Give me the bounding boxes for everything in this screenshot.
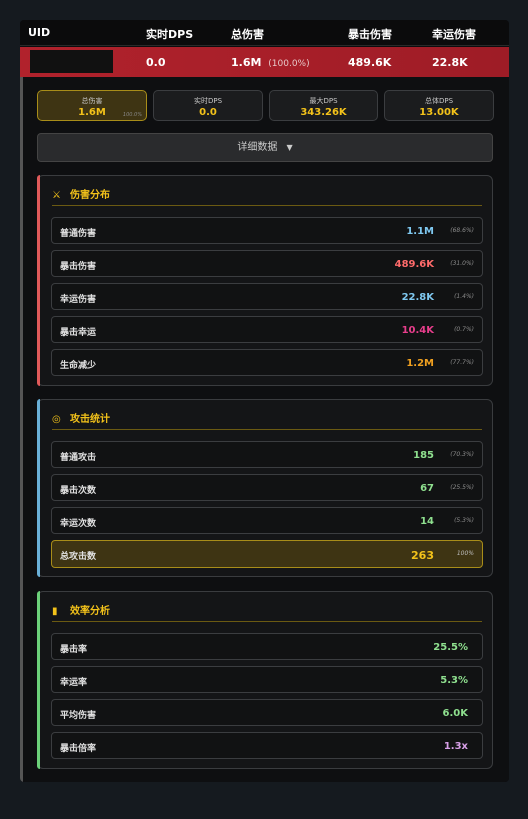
table-header: UID 实时DPS 总伤害 暴击伤害 幸运伤害 bbox=[20, 20, 509, 46]
chevron-down-icon: ▼ bbox=[286, 143, 293, 152]
row-crit-damage: 489.6K bbox=[348, 56, 392, 69]
item-value: 1.1M bbox=[406, 226, 434, 237]
target-icon: ◎ bbox=[52, 414, 61, 425]
list-item: 平均伤害 6.0K bbox=[51, 699, 483, 726]
item-name: 幸运次数 bbox=[60, 519, 97, 529]
item-name: 暴击率 bbox=[60, 645, 88, 655]
list-item: 幸运次数 14 (5.3%) bbox=[51, 507, 483, 534]
item-value: 489.6K bbox=[394, 259, 434, 270]
item-value: 5.3% bbox=[440, 675, 468, 686]
efficiency-section: ▮ 效率分析 暴击率 25.5% 幸运率 5.3% 平均伤害 6.0K 暴击倍率 … bbox=[37, 591, 493, 769]
damage-distribution-section: ⚔ 伤害分布 普通伤害 1.1M (68.6%) 暴击伤害 489.6K (31.… bbox=[37, 175, 493, 386]
row-total-damage-value: 1.6M bbox=[231, 56, 262, 69]
section-title: ▮ 效率分析 bbox=[52, 602, 482, 622]
stat-card-label: 总伤害 bbox=[81, 97, 103, 105]
total-attacks-item: 总攻击数 263 100% bbox=[51, 540, 483, 568]
stat-card-value: 13.00K bbox=[419, 107, 459, 118]
section-title: ⚔ 伤害分布 bbox=[52, 186, 482, 206]
details-toggle-button[interactable]: 详细数据 ▼ bbox=[37, 133, 493, 162]
section-accent bbox=[37, 591, 40, 769]
section-accent bbox=[37, 175, 40, 386]
header-uid: UID bbox=[28, 26, 51, 39]
item-value: 10.4K bbox=[401, 325, 434, 336]
item-pct: (31.0%) bbox=[450, 260, 474, 267]
header-crit-damage: 暴击伤害 bbox=[348, 28, 392, 41]
item-value: 1.2M bbox=[406, 358, 434, 369]
player-row[interactable]: 0.0 1.6M (100.0%) 489.6K 22.8K bbox=[20, 47, 509, 77]
stat-card-value: 0.0 bbox=[199, 107, 217, 118]
item-name: 总攻击数 bbox=[60, 552, 97, 562]
section-title-text: 伤害分布 bbox=[70, 190, 110, 201]
header-lucky-damage: 幸运伤害 bbox=[432, 28, 476, 41]
list-item: 生命减少 1.2M (77.7%) bbox=[51, 349, 483, 376]
list-item: 暴击伤害 489.6K (31.0%) bbox=[51, 250, 483, 277]
item-value: 263 bbox=[411, 549, 434, 562]
uid-redacted-box bbox=[30, 50, 113, 73]
item-value: 1.3x bbox=[443, 741, 468, 752]
item-value: 185 bbox=[413, 450, 434, 461]
item-name: 暴击次数 bbox=[60, 486, 97, 496]
item-name: 普通伤害 bbox=[60, 229, 97, 239]
header-total-damage: 总伤害 bbox=[231, 28, 264, 41]
row-realtime-dps: 0.0 bbox=[146, 56, 166, 69]
stat-card-total-damage[interactable]: 总伤害 1.6M 100.0% bbox=[37, 90, 147, 121]
item-name: 幸运伤害 bbox=[60, 295, 97, 305]
stat-card-overall-dps[interactable]: 总体DPS 13.00K bbox=[384, 90, 494, 121]
item-name: 暴击倍率 bbox=[60, 744, 97, 754]
item-pct: (70.3%) bbox=[450, 451, 474, 458]
item-pct: (77.7%) bbox=[450, 359, 474, 366]
section-title: ◎ 攻击统计 bbox=[52, 410, 482, 430]
item-name: 平均伤害 bbox=[60, 711, 97, 721]
stat-card-realtime-dps[interactable]: 实时DPS 0.0 bbox=[153, 90, 263, 121]
list-item: 暴击幸运 10.4K (0.7%) bbox=[51, 316, 483, 343]
item-name: 暴击伤害 bbox=[60, 262, 97, 272]
list-item: 普通攻击 185 (70.3%) bbox=[51, 441, 483, 468]
section-accent bbox=[37, 399, 40, 577]
item-pct: (5.3%) bbox=[454, 517, 474, 524]
row-total-damage: 1.6M (100.0%) bbox=[231, 56, 310, 69]
item-pct: (0.7%) bbox=[454, 326, 474, 333]
item-value: 67 bbox=[420, 483, 434, 494]
list-item: 幸运伤害 22.8K (1.4%) bbox=[51, 283, 483, 310]
item-name: 幸运率 bbox=[60, 678, 88, 688]
crossed-swords-icon: ⚔ bbox=[52, 190, 61, 201]
stat-card-label: 最大DPS bbox=[309, 97, 338, 105]
item-name: 暴击幸运 bbox=[60, 328, 97, 338]
attack-stats-section: ◎ 攻击统计 普通攻击 185 (70.3%) 暴击次数 67 (25.5%) 幸… bbox=[37, 399, 493, 577]
item-pct: 100% bbox=[456, 550, 474, 557]
stat-card-value: 343.26K bbox=[300, 107, 347, 118]
item-value: 6.0K bbox=[442, 708, 468, 719]
list-item: 暴击次数 67 (25.5%) bbox=[51, 474, 483, 501]
row-total-damage-pct: (100.0%) bbox=[268, 59, 310, 69]
stat-card-max-dps[interactable]: 最大DPS 343.26K bbox=[269, 90, 378, 121]
item-pct: (1.4%) bbox=[454, 293, 474, 300]
item-pct: (68.6%) bbox=[450, 227, 474, 234]
section-title-text: 效率分析 bbox=[70, 606, 110, 617]
list-item: 幸运率 5.3% bbox=[51, 666, 483, 693]
detail-panel: 总伤害 1.6M 100.0% 实时DPS 0.0 最大DPS 343.26K … bbox=[20, 77, 509, 782]
item-value: 22.8K bbox=[401, 292, 434, 303]
row-lucky-damage: 22.8K bbox=[432, 56, 468, 69]
list-item: 暴击率 25.5% bbox=[51, 633, 483, 660]
damage-table: UID 实时DPS 总伤害 暴击伤害 幸运伤害 0.0 1.6M (100.0%… bbox=[20, 20, 509, 782]
header-realtime-dps: 实时DPS bbox=[146, 28, 194, 41]
item-name: 生命减少 bbox=[60, 361, 97, 371]
list-item: 暴击倍率 1.3x bbox=[51, 732, 483, 759]
item-name: 普通攻击 bbox=[60, 453, 97, 463]
list-item: 普通伤害 1.1M (68.6%) bbox=[51, 217, 483, 244]
bar-chart-icon: ▮ bbox=[52, 606, 58, 617]
item-value: 14 bbox=[420, 516, 434, 527]
stat-card-label: 实时DPS bbox=[193, 97, 223, 105]
details-button-label: 详细数据 bbox=[237, 142, 278, 153]
section-title-text: 攻击统计 bbox=[70, 414, 110, 425]
stat-card-label: 总体DPS bbox=[424, 97, 454, 105]
stat-card-sub: 100.0% bbox=[122, 112, 142, 118]
item-value: 25.5% bbox=[433, 642, 468, 653]
item-pct: (25.5%) bbox=[450, 484, 474, 491]
